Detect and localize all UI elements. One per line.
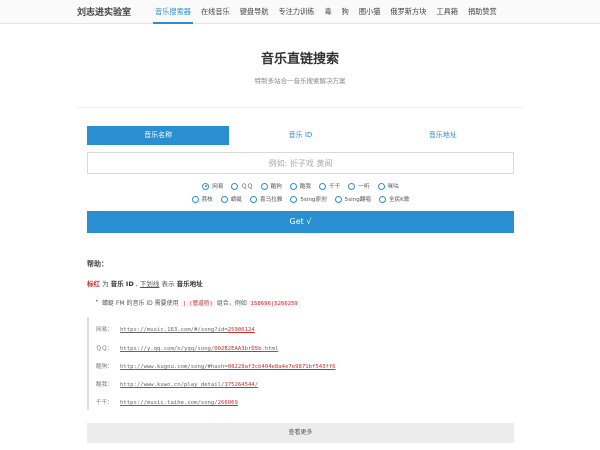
radio-ximalaya[interactable]: 喜马拉雅 xyxy=(249,195,282,203)
radio-migu[interactable]: 咪咕 xyxy=(377,182,399,190)
page-header: 音乐直链搜索 特制多站合一音乐搜索解决方案 xyxy=(77,24,523,108)
url-examples: 网易： https://music.163.com/#/song?id=25906… xyxy=(87,317,514,410)
nav-item-poison[interactable]: 毒 xyxy=(319,0,336,24)
top-navbar: 刘志进实验室 音乐搜索器 在线音乐 键盘导航 专注力训练 毒 狗 圈小猫 俄罗斯… xyxy=(0,0,600,24)
radio-icon xyxy=(378,195,386,203)
radio-kugou[interactable]: 酷狗 xyxy=(260,182,282,190)
page-subtitle: 特制多站合一音乐搜索解决方案 xyxy=(254,77,346,85)
radio-qq[interactable]: ＱＱ xyxy=(231,182,253,190)
radio-icon xyxy=(290,195,298,203)
nav-item-online-music[interactable]: 在线音乐 xyxy=(196,0,235,24)
nav-item-tetris[interactable]: 俄罗斯方块 xyxy=(385,0,431,24)
site-brand[interactable]: 刘志进实验室 xyxy=(77,5,131,18)
example-netease: 网易： https://music.163.com/#/song?id=25906… xyxy=(96,327,255,333)
example-kuwo: 酷我： http://www.kuwo.cn/play_detail/175264… xyxy=(96,382,259,388)
radio-icon xyxy=(191,195,199,203)
qingting-tip: 蜻蜓 FM 的音乐 ID 需要使用 | (管道符) 组合，例如 158696|5… xyxy=(95,298,300,307)
radio-icon xyxy=(231,182,239,190)
help-title: 帮助： xyxy=(87,260,108,268)
source-radio-group-1: 网易 ＱＱ 酷狗 酷我 千千 一听 咪咕 xyxy=(87,182,514,190)
radio-icon xyxy=(348,182,356,190)
radio-yiting[interactable]: 一听 xyxy=(348,182,370,190)
source-radio-group-2: 荔枝 蜻蜓 喜马拉雅 5sing原创 5sing翻唱 全民K歌 xyxy=(87,195,514,203)
tab-music-id[interactable]: 音乐 ID xyxy=(229,126,371,145)
tab-music-name[interactable]: 音乐名称 xyxy=(87,126,230,145)
radio-lizhi[interactable]: 荔枝 xyxy=(191,195,213,203)
tab-music-url[interactable]: 音乐地址 xyxy=(372,126,514,145)
radio-netease[interactable]: 网易 xyxy=(202,182,223,190)
radio-quanmin-kge[interactable]: 全民K歌 xyxy=(378,195,409,203)
nav-item-dog[interactable]: 狗 xyxy=(337,0,354,24)
help-legend: 标红 为 音乐 ID , 下划线 表示 音乐地址 xyxy=(87,280,203,288)
search-mode-tabs: 音乐名称 音乐 ID 音乐地址 xyxy=(87,126,514,145)
radio-kuwo[interactable]: 酷我 xyxy=(289,182,311,190)
radio-icon xyxy=(377,182,385,190)
nav-item-toolbox[interactable]: 工具箱 xyxy=(431,0,463,24)
nav-menu: 音乐搜索器 在线音乐 键盘导航 专注力训练 毒 狗 圈小猫 俄罗斯方块 工具箱 … xyxy=(150,0,502,24)
radio-icon xyxy=(249,195,257,203)
radio-5sing-original[interactable]: 5sing原创 xyxy=(290,195,327,203)
nav-item-focus-training[interactable]: 专注力训练 xyxy=(273,0,319,24)
radio-icon xyxy=(289,182,297,190)
radio-icon xyxy=(220,195,228,203)
radio-icon xyxy=(260,182,268,190)
nav-item-donate[interactable]: 捐助赞赏 xyxy=(463,0,502,24)
radio-qianqian[interactable]: 千千 xyxy=(319,182,340,190)
view-more-button[interactable]: 查看更多 xyxy=(87,423,514,443)
radio-icon xyxy=(334,195,342,203)
radio-selected-icon xyxy=(202,182,210,190)
get-button[interactable]: Get √ xyxy=(87,211,514,233)
nav-item-music-search[interactable]: 音乐搜索器 xyxy=(150,0,196,24)
radio-5sing-cover[interactable]: 5sing翻唱 xyxy=(334,195,371,203)
nav-item-circle-cat[interactable]: 圈小猫 xyxy=(354,0,386,24)
nav-item-keyboard-nav[interactable]: 键盘导航 xyxy=(235,0,274,24)
search-input[interactable] xyxy=(87,152,514,174)
page-title: 音乐直链搜索 xyxy=(260,52,339,67)
example-qianqian: 千千： https://music.taihe.com/song/266069 xyxy=(96,400,238,406)
example-kugou: 酷狗： http://www.kugou.com/song/#hash=08228… xyxy=(96,364,336,370)
radio-qingting[interactable]: 蜻蜓 xyxy=(220,195,242,203)
radio-icon xyxy=(319,182,327,190)
example-qq: ＱＱ： https://y.qq.com/n/yqq/song/002B2EAA3… xyxy=(96,346,279,352)
